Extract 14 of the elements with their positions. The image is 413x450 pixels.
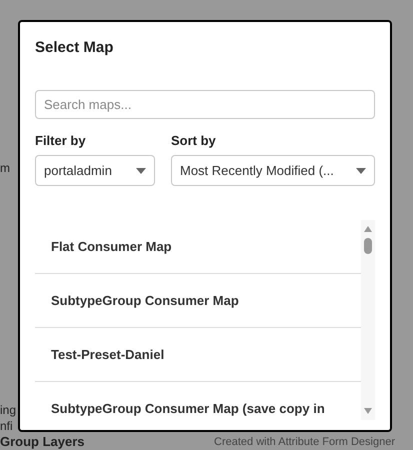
- filter-dropdown[interactable]: portaladmin: [35, 155, 155, 186]
- section-heading: Group Layers: [0, 434, 85, 449]
- footer-text: Created with Attribute Form Designer: [214, 435, 395, 449]
- sort-dropdown[interactable]: Most Recently Modified (...: [171, 155, 375, 186]
- search-field[interactable]: Search maps...: [35, 90, 375, 119]
- background-text: m: [0, 160, 10, 176]
- scrollbar[interactable]: [361, 220, 375, 420]
- filter-label: Filter by: [35, 133, 87, 149]
- sort-label: Sort by: [171, 133, 217, 149]
- caret-icon: [356, 168, 366, 174]
- dialog-title: Select Map: [35, 38, 114, 58]
- background-text: ing: [0, 402, 16, 418]
- background-text: nfi: [0, 418, 13, 434]
- caret-icon: [136, 168, 146, 174]
